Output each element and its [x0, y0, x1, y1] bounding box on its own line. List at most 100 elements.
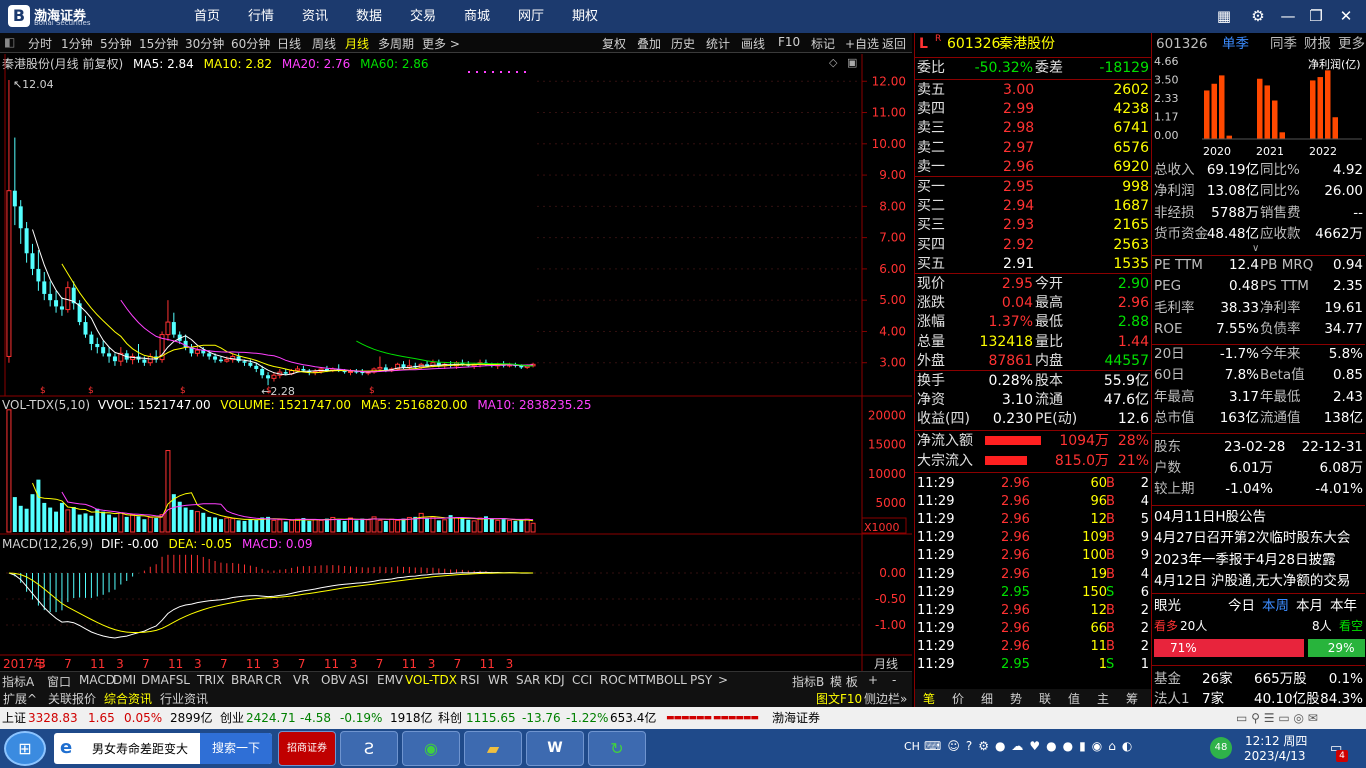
period-15min[interactable]: 15分钟 [139, 35, 178, 52]
quote-bottom-tab[interactable]: 联 [1039, 690, 1051, 707]
explorer-app-button[interactable]: ▰ [464, 731, 522, 766]
fin-tab-same[interactable]: 同季 [1270, 34, 1297, 54]
indicator-tab[interactable]: VOL-TDX [405, 673, 457, 687]
quote-bottom-tab[interactable]: 价 [952, 690, 964, 707]
period-monthly[interactable]: 月线 [345, 35, 369, 52]
panel-collapse-icon[interactable]: ◧ [4, 35, 15, 49]
quote-bottom-tab[interactable]: 势 [1010, 690, 1022, 707]
fin-tab-report[interactable]: 财报 [1304, 34, 1331, 54]
news-title[interactable]: 4月27日召开第2次临时股东大会 [1154, 528, 1350, 548]
indicator-tab[interactable]: RSI [460, 673, 480, 687]
menu-news[interactable]: 资讯 [302, 0, 328, 33]
kline-chart[interactable]: ↖12.04←2.28 2000015000100005000X1000 0.0… [0, 54, 912, 671]
search-button[interactable]: 搜索一下 [200, 733, 272, 764]
period-1min[interactable]: 1分钟 [61, 35, 93, 52]
indicator-tab[interactable]: ASI [349, 673, 368, 687]
tool-statistics[interactable]: 统计 [706, 35, 730, 52]
news-item[interactable]: 4月27日召开第2次临时股东大会 [1154, 528, 1365, 548]
tray-badge[interactable]: 48 [1210, 737, 1232, 759]
quote-bottom-tab[interactable]: 值 [1068, 690, 1080, 707]
indicator-tab[interactable]: EMV [377, 673, 403, 687]
expand-button[interactable]: 扩展^ [3, 690, 37, 707]
layout-grid-icon[interactable]: ▦ [1212, 5, 1236, 27]
status-tray-icons[interactable]: ▭ ⚲ ☰ ▭ ◎ ✉ [1236, 707, 1318, 729]
menu-mall[interactable]: 商城 [464, 0, 490, 33]
view-tab[interactable]: 本年 [1330, 596, 1357, 616]
tool-draw-line[interactable]: 画线 [741, 35, 765, 52]
indicator-right-tab[interactable]: - [892, 673, 896, 687]
bohai-app-button[interactable]: Ƨ [340, 731, 398, 766]
related-quotes-tab[interactable]: 关联报价 [48, 690, 96, 707]
indicator-tab[interactable]: FSL [169, 673, 190, 687]
settings-gear-icon[interactable]: ⚙ [1246, 5, 1270, 27]
period-60min[interactable]: 60分钟 [231, 35, 270, 52]
view-tab[interactable]: 本月 [1296, 596, 1323, 616]
news-item[interactable]: 2023年一季报于4月28日披露 [1154, 550, 1365, 570]
indicator-tab[interactable]: BRAR [231, 673, 264, 687]
tray-icons[interactable]: ⌨☺?⚙●☁♥●●▮◉⌂◐ [924, 739, 1138, 753]
quote-bottom-tab[interactable]: 主 [1097, 690, 1109, 707]
indicator-tab[interactable]: BOLL [656, 673, 687, 687]
restore-icon[interactable]: ❐ [1304, 5, 1328, 27]
indicator-tab[interactable]: ROC [600, 673, 626, 687]
indicator-tab[interactable]: OBV [321, 673, 347, 687]
tool-restore-rights[interactable]: 复权 [602, 35, 626, 52]
indicator-tab[interactable]: VR [293, 673, 310, 687]
menu-quotes[interactable]: 行情 [248, 0, 274, 33]
tool-add-watchlist[interactable]: +自选 [845, 35, 879, 52]
fin-tab-quarter[interactable]: 单季 [1222, 34, 1249, 54]
period-more[interactable]: 更多 > [422, 35, 460, 52]
news-title[interactable]: 04月11日H股公告 [1154, 507, 1266, 527]
news-tab[interactable]: 综合资讯 [104, 690, 152, 707]
cms-app-button[interactable]: 招商证券 [278, 731, 336, 766]
indicator-tab[interactable]: KDJ [544, 673, 565, 687]
f10-button[interactable]: 图文F10 [816, 690, 862, 707]
tool-history[interactable]: 历史 [671, 35, 695, 52]
quote-bottom-tab[interactable]: 筹 [1126, 690, 1138, 707]
quote-bottom-tab[interactable]: 笔 [923, 690, 935, 707]
search-box[interactable]: e 男女寿命差距变大 搜索一下 [54, 733, 272, 764]
period-30min[interactable]: 30分钟 [185, 35, 224, 52]
indicator-tab[interactable]: 指标A [2, 673, 34, 690]
quote-bottom-tab[interactable]: 细 [981, 690, 993, 707]
indicator-tab[interactable]: PSY [690, 673, 712, 687]
indicator-tab[interactable]: MTM [628, 673, 656, 687]
indicator-tab[interactable]: MACD [79, 673, 115, 687]
bear-bar[interactable]: 29% [1307, 639, 1365, 657]
menu-trade[interactable]: 交易 [410, 0, 436, 33]
indicator-tab[interactable]: SAR [516, 673, 540, 687]
indicator-right-tab[interactable]: + [868, 673, 878, 687]
sidebar-toggle[interactable]: 侧边栏» [864, 690, 907, 707]
indicator-tab[interactable]: DMI [113, 673, 136, 687]
tool-overlay[interactable]: 叠加 [637, 35, 661, 52]
close-icon[interactable]: ✕ [1334, 5, 1358, 27]
period-weekly[interactable]: 周线 [312, 35, 336, 52]
menu-home[interactable]: 首页 [194, 0, 220, 33]
indicator-tab[interactable]: > [718, 673, 728, 687]
wechat-app-button[interactable]: ◉ [402, 731, 460, 766]
refresh-app-button[interactable]: ↻ [588, 731, 646, 766]
indicator-tab[interactable]: WR [488, 673, 508, 687]
tool-f10[interactable]: F10 [778, 35, 800, 49]
news-item[interactable]: 4月12日 沪股通,无大净额的交易 [1154, 571, 1365, 591]
indicator-tab[interactable]: CCI [572, 673, 592, 687]
period-multi[interactable]: 多周期 [378, 35, 414, 52]
period-5min[interactable]: 5分钟 [100, 35, 132, 52]
view-tab[interactable]: 今日 [1228, 596, 1255, 616]
period-daily[interactable]: 日线 [277, 35, 301, 52]
ime-indicator[interactable]: CH [904, 740, 920, 753]
bull-bar[interactable]: 71% [1154, 639, 1304, 657]
indicator-tab[interactable]: CR [265, 673, 282, 687]
menu-options[interactable]: 期权 [572, 0, 598, 33]
tool-back[interactable]: 返回 [882, 35, 906, 52]
word-app-button[interactable]: W [526, 731, 584, 766]
industry-news-tab[interactable]: 行业资讯 [160, 690, 208, 707]
indicator-right-tab[interactable]: 指标B [792, 673, 824, 690]
news-title[interactable]: 4月12日 沪股通,无大净额的交易 [1154, 571, 1350, 591]
expand-chevron-icon[interactable]: ∨ [1252, 243, 1259, 254]
tool-mark[interactable]: 标记 [811, 35, 835, 52]
news-title[interactable]: 2023年一季报于4月28日披露 [1154, 550, 1336, 570]
indicator-tab[interactable]: DMA [141, 673, 169, 687]
view-tab[interactable]: 本周 [1262, 596, 1289, 616]
indicator-right-tab[interactable]: 模 板 [830, 673, 858, 690]
